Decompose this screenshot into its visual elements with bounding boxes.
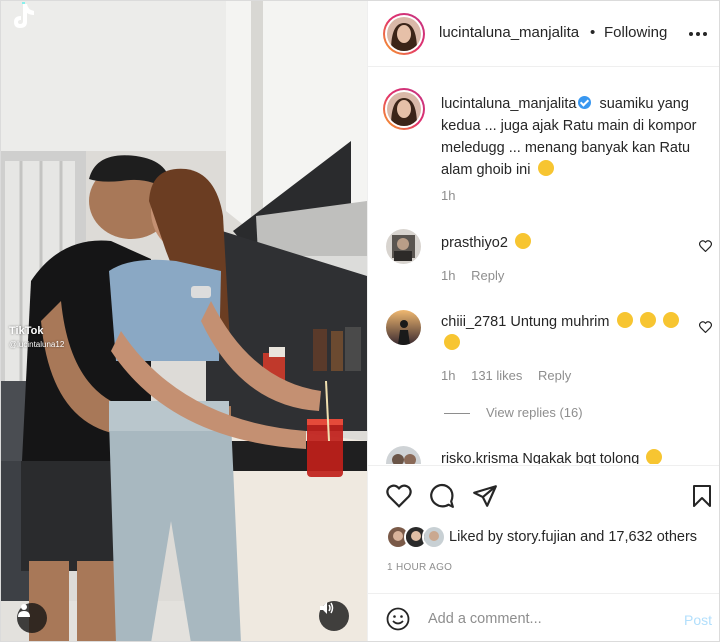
caption-time: 1h bbox=[441, 188, 456, 203]
comments-section: lucintaluna_manjalita suamiku yang kedua… bbox=[368, 68, 719, 464]
laughing-emoji-icon bbox=[639, 312, 656, 328]
liker-avatar[interactable] bbox=[422, 525, 446, 549]
save-button[interactable] bbox=[688, 482, 716, 510]
comment-2-meta: 1h 131 likes Reply bbox=[441, 368, 583, 383]
speaker-icon bbox=[320, 602, 334, 614]
author-username[interactable]: lucintaluna_manjalita bbox=[439, 24, 579, 41]
post-details-panel: lucintaluna_manjalita • Following lucint… bbox=[367, 1, 719, 641]
laughing-emoji-icon bbox=[662, 312, 679, 328]
laughing-emoji-icon bbox=[444, 334, 460, 350]
post-header: lucintaluna_manjalita • Following bbox=[368, 1, 719, 67]
view-replies-button[interactable]: View replies (16) bbox=[444, 405, 583, 420]
bookmark-icon bbox=[693, 485, 711, 507]
comment-2-avatar[interactable] bbox=[386, 310, 421, 345]
share-button[interactable] bbox=[471, 482, 499, 510]
comment-2-body: Untung muhrim bbox=[510, 314, 610, 330]
view-replies-label: View replies (16) bbox=[486, 405, 583, 420]
laughing-emoji-icon bbox=[616, 312, 633, 328]
comment-button[interactable] bbox=[428, 482, 456, 510]
liker-avatar-image bbox=[424, 527, 444, 547]
tiktok-logo-icon bbox=[14, 2, 34, 28]
comment-1-username[interactable]: prasthiyo2 bbox=[441, 235, 508, 251]
comment-1-time: 1h bbox=[441, 268, 456, 283]
more-options-icon[interactable] bbox=[688, 26, 708, 42]
paper-plane-icon bbox=[473, 485, 497, 507]
replies-divider-line bbox=[444, 413, 470, 415]
comment-2-username[interactable]: chiii_2781 bbox=[441, 314, 506, 330]
caption-author-avatar[interactable] bbox=[383, 88, 425, 130]
sound-toggle-button[interactable] bbox=[319, 601, 349, 631]
caption-avatar-image bbox=[387, 92, 421, 126]
comment-1-like-heart-icon[interactable] bbox=[699, 240, 712, 252]
tagged-users-button[interactable] bbox=[17, 603, 47, 633]
author-avatar[interactable] bbox=[383, 13, 425, 55]
comment-input[interactable] bbox=[428, 608, 668, 630]
comment-2-avatar-image bbox=[386, 310, 421, 345]
person-icon bbox=[18, 604, 30, 617]
emoji-picker-icon[interactable] bbox=[386, 607, 410, 631]
post-actions: Liked by story.fujian and 17,632 others … bbox=[368, 465, 719, 593]
tiktok-watermark-user: @lucintaluna12 bbox=[9, 340, 65, 349]
video-frame-illustration bbox=[1, 1, 367, 641]
caption-meta: 1h bbox=[441, 188, 467, 203]
comment-3-avatar-image bbox=[386, 446, 421, 464]
following-button[interactable]: Following bbox=[604, 24, 667, 41]
liked-by-others[interactable]: 17,632 others bbox=[608, 529, 697, 545]
comment-3-avatar[interactable] bbox=[386, 446, 421, 464]
laughing-emoji-icon bbox=[537, 160, 554, 176]
comment-3-text: risko.krisma Ngakak bgt tolong bbox=[441, 448, 696, 464]
heart-icon bbox=[386, 484, 412, 508]
comment-1-meta: 1h Reply bbox=[441, 268, 516, 283]
liked-by-text: Liked by story.fujian and 17,632 others bbox=[449, 529, 697, 545]
caption-username[interactable]: lucintaluna_manjalita bbox=[441, 96, 576, 112]
post-timestamp[interactable]: 1 HOUR AGO bbox=[387, 562, 452, 573]
post-caption: lucintaluna_manjalita suamiku yang kedua… bbox=[441, 93, 711, 181]
header-separator: • bbox=[590, 24, 596, 41]
worried-emoji-icon bbox=[514, 233, 531, 249]
comment-3-username[interactable]: risko.krisma bbox=[441, 451, 518, 464]
liked-by-user[interactable]: story.fujian bbox=[507, 529, 576, 545]
comment-1-avatar-image bbox=[386, 229, 421, 264]
comment-1-reply-button[interactable]: Reply bbox=[471, 268, 504, 283]
post-video[interactable]: TikTok @lucintaluna12 bbox=[1, 1, 367, 641]
liked-by-prefix: Liked by bbox=[449, 529, 504, 545]
comment-3-body: Ngakak bgt tolong bbox=[522, 451, 640, 464]
tiktok-watermark-brand: TikTok bbox=[9, 325, 44, 337]
comment-2-reply-button[interactable]: Reply bbox=[538, 368, 571, 383]
verified-badge-icon bbox=[578, 96, 592, 109]
comment-2-time: 1h bbox=[441, 368, 456, 383]
author-avatar-image bbox=[387, 17, 421, 51]
add-comment-bar: Post bbox=[368, 593, 719, 641]
comment-2-text: chiii_2781 Untung muhrim bbox=[441, 311, 696, 355]
comment-1-text: prasthiyo2 bbox=[441, 232, 696, 254]
comment-2-likes[interactable]: 131 likes bbox=[471, 368, 522, 383]
liked-by-and: and bbox=[580, 529, 605, 545]
laughing-emoji-icon bbox=[646, 449, 663, 464]
comment-bubble-icon bbox=[430, 483, 454, 508]
post-comment-button[interactable]: Post bbox=[684, 612, 712, 628]
like-button[interactable] bbox=[385, 482, 413, 510]
comment-2-like-heart-icon[interactable] bbox=[699, 321, 712, 333]
instagram-post-window: TikTok @lucintaluna12 lucintaluna_manjal… bbox=[0, 0, 720, 642]
comment-1-avatar[interactable] bbox=[386, 229, 421, 264]
